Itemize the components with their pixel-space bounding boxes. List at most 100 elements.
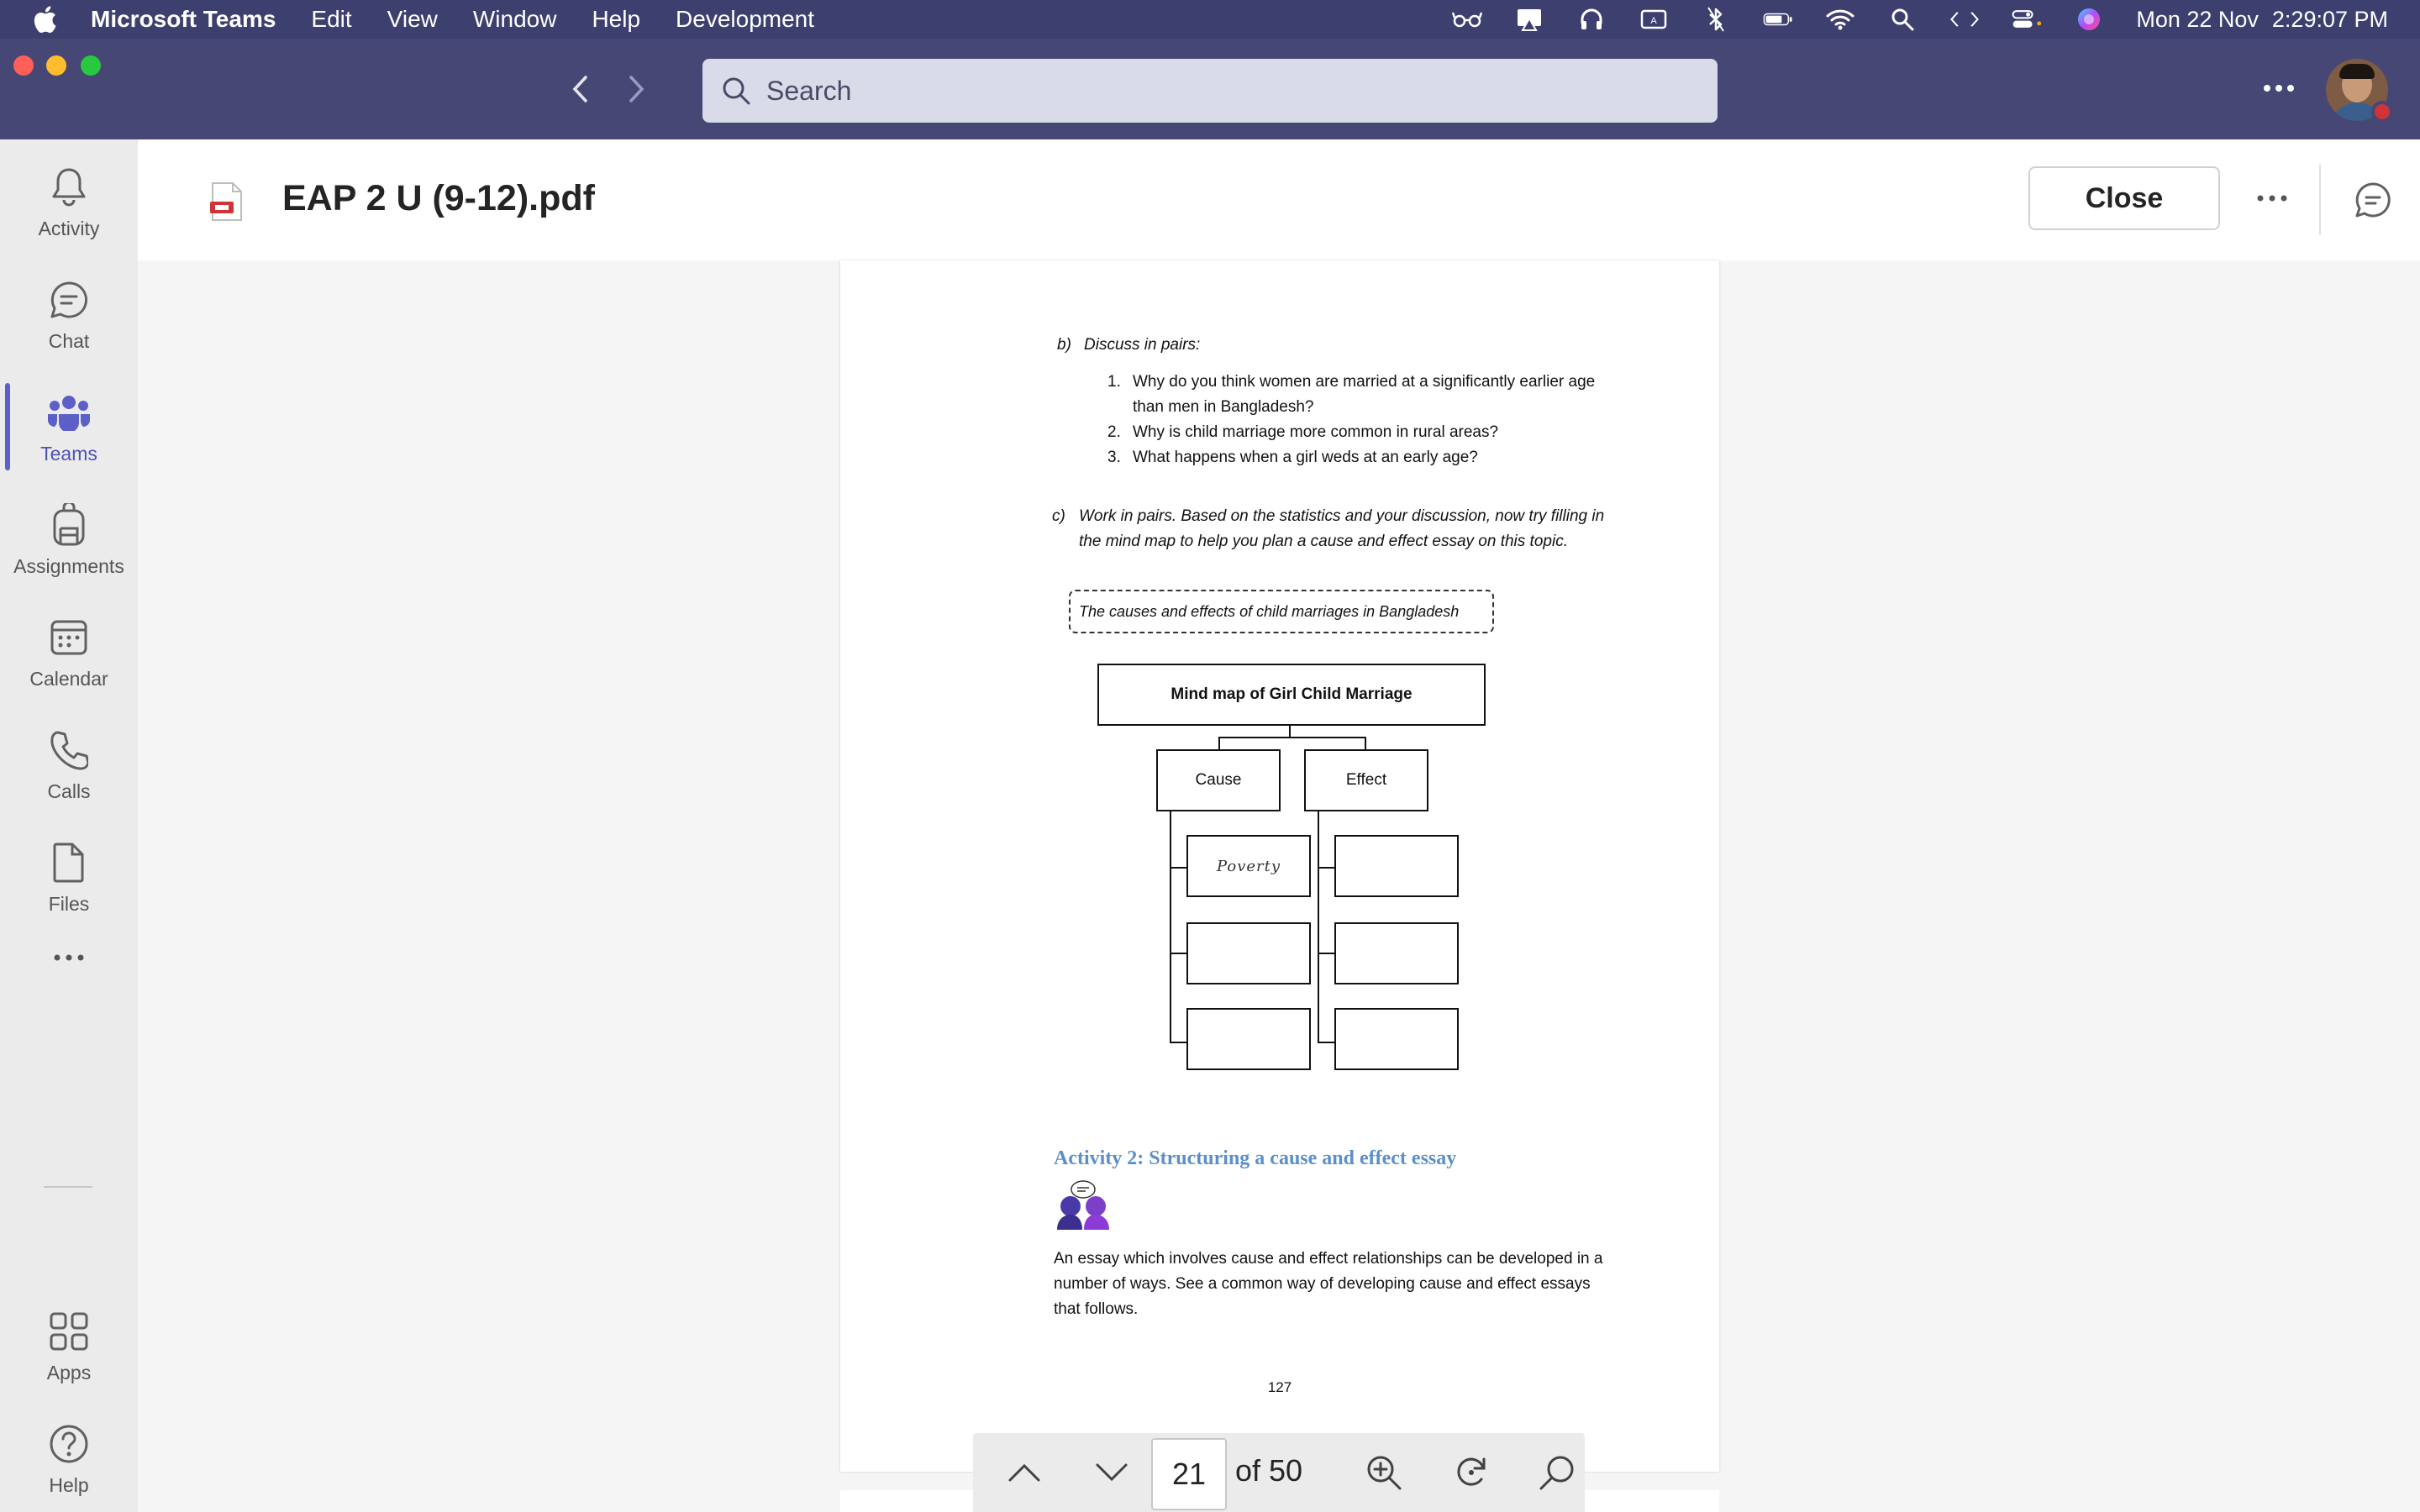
close-button[interactable]: Close: [2028, 166, 2220, 230]
rail-label: Assignments: [13, 554, 124, 577]
glasses-icon[interactable]: [1452, 7, 1483, 32]
rail-divider: [44, 1186, 92, 1188]
document-more-icon[interactable]: [2254, 186, 2291, 210]
spotlight-search-icon[interactable]: [1887, 7, 1918, 32]
menu-edit[interactable]: Edit: [311, 6, 351, 33]
section-b-label: b): [1057, 336, 1071, 354]
menu-clock[interactable]: Mon 22 Nov 2:29:07 PM: [2136, 7, 2388, 33]
rail-item-activity[interactable]: Activity: [0, 150, 138, 254]
forward-arrow-icon[interactable]: [620, 72, 654, 106]
connector-line: [1218, 737, 1220, 750]
window-close-button[interactable]: [13, 55, 34, 76]
body-text: number of ways. See a common way of deve…: [1054, 1275, 1591, 1293]
conversation-icon[interactable]: [2353, 180, 2393, 220]
back-arrow-icon[interactable]: [563, 72, 597, 106]
find-in-document-icon[interactable]: [1536, 1452, 1578, 1494]
siri-icon[interactable]: [2074, 7, 2104, 32]
connector-line: [1318, 867, 1334, 869]
connector-line: [1289, 726, 1291, 738]
zoom-in-icon[interactable]: [1363, 1452, 1405, 1494]
rail-item-apps[interactable]: Apps: [0, 1294, 138, 1398]
menu-help[interactable]: Help: [592, 6, 640, 33]
rail-label: Files: [48, 892, 90, 915]
menu-app-name[interactable]: Microsoft Teams: [91, 6, 276, 33]
mac-menu-bar: Microsoft Teams Edit View Window Help De…: [0, 0, 2420, 39]
headphones-icon[interactable]: [1576, 7, 1607, 32]
phone-icon: [45, 727, 92, 774]
question-number: 3.: [1107, 449, 1121, 466]
menu-view[interactable]: View: [387, 6, 438, 33]
pdf-viewer[interactable]: b) Discuss in pairs: 1. Why do you think…: [138, 260, 2420, 1512]
previous-page-icon[interactable]: [1003, 1452, 1045, 1494]
rail-item-assignments[interactable]: Assignments: [0, 487, 138, 591]
connector-line: [1170, 953, 1186, 954]
code-brackets-icon[interactable]: [1949, 7, 1980, 32]
teams-icon: [45, 389, 92, 436]
window-minimize-button[interactable]: [46, 55, 66, 76]
cause-item-box: Poverty: [1186, 835, 1311, 897]
connector-line: [1170, 867, 1186, 869]
rail-item-calendar[interactable]: Calendar: [0, 600, 138, 704]
rail-label: Activity: [38, 217, 100, 239]
document-title: EAP 2 U (9-12).pdf: [282, 178, 595, 218]
apple-icon[interactable]: [32, 5, 57, 34]
cause-item-box: [1186, 922, 1311, 984]
display-mirror-icon[interactable]: [1514, 7, 1544, 32]
connector-line: [1365, 737, 1366, 750]
body-text: An essay which involves cause and effect…: [1054, 1250, 1603, 1268]
rail-item-help[interactable]: Help: [0, 1406, 138, 1510]
effect-item-box: [1334, 922, 1459, 984]
body-text: that follows.: [1054, 1300, 1139, 1318]
rail-item-files[interactable]: Files: [0, 825, 138, 929]
search-placeholder: Search: [766, 75, 852, 106]
next-page-icon[interactable]: [1091, 1452, 1133, 1494]
rotate-icon[interactable]: [1450, 1452, 1492, 1494]
section-c-text: Work in pairs. Based on the statistics a…: [1079, 507, 1605, 525]
effect-box: Effect: [1304, 749, 1428, 811]
calendar-icon: [45, 614, 92, 661]
mind-map-title: Mind map of Girl Child Marriage: [1097, 664, 1486, 726]
section-b-text: Discuss in pairs:: [1084, 336, 1201, 354]
more-options-icon[interactable]: [2260, 76, 2297, 101]
pdf-file-icon: [210, 182, 242, 221]
file-icon: [45, 839, 92, 886]
rail-item-chat[interactable]: Chat: [0, 262, 138, 366]
window-zoom-button[interactable]: [81, 55, 101, 76]
page-number-input[interactable]: [1151, 1438, 1227, 1510]
apps-icon: [45, 1308, 92, 1355]
clock-date: Mon 22 Nov: [2136, 6, 2259, 32]
document-header: EAP 2 U (9-12).pdf Close: [138, 139, 2420, 260]
question-text: Why do you think women are married at a …: [1133, 373, 1596, 391]
header-divider: [2319, 165, 2321, 235]
battery-icon[interactable]: [1763, 7, 1793, 32]
rail-label: Help: [49, 1473, 89, 1496]
pair-discussion-icon: [1057, 1180, 1109, 1230]
question-text: Why is child marriage more common in rur…: [1133, 423, 1499, 441]
effect-item-box: [1334, 1008, 1459, 1070]
rail-label: Calls: [47, 780, 91, 802]
page-total: of 50: [1235, 1453, 1303, 1488]
rail-item-teams[interactable]: Teams: [0, 375, 138, 479]
pdf-page: b) Discuss in pairs: 1. Why do you think…: [840, 260, 1719, 1472]
bluetooth-icon[interactable]: [1701, 7, 1731, 32]
presence-status-badge: [2371, 101, 2393, 123]
search-input[interactable]: Search: [702, 59, 1718, 123]
bell-icon: [45, 164, 92, 211]
rail-item-calls[interactable]: Calls: [0, 712, 138, 816]
cause-box: Cause: [1156, 749, 1281, 811]
svg-text:A: A: [1651, 16, 1658, 26]
pdf-navigation-toolbar: of 50: [973, 1433, 1585, 1512]
keyboard-input-icon[interactable]: A: [1639, 7, 1669, 32]
app-rail: Activity Chat Teams Assignments Calendar…: [0, 139, 138, 1512]
clock-time: 2:29:07 PM: [2271, 6, 2388, 32]
menu-development[interactable]: Development: [676, 6, 814, 33]
rail-more-button[interactable]: [0, 932, 138, 983]
topic-box: The causes and effects of child marriage…: [1069, 590, 1494, 633]
search-icon: [723, 77, 750, 105]
chat-icon: [45, 276, 92, 323]
section-c-label: c): [1052, 507, 1065, 525]
connector-line: [1318, 1042, 1334, 1043]
menu-window[interactable]: Window: [473, 6, 557, 33]
wifi-icon[interactable]: [1825, 7, 1855, 32]
control-center-icon[interactable]: [2012, 7, 2042, 32]
